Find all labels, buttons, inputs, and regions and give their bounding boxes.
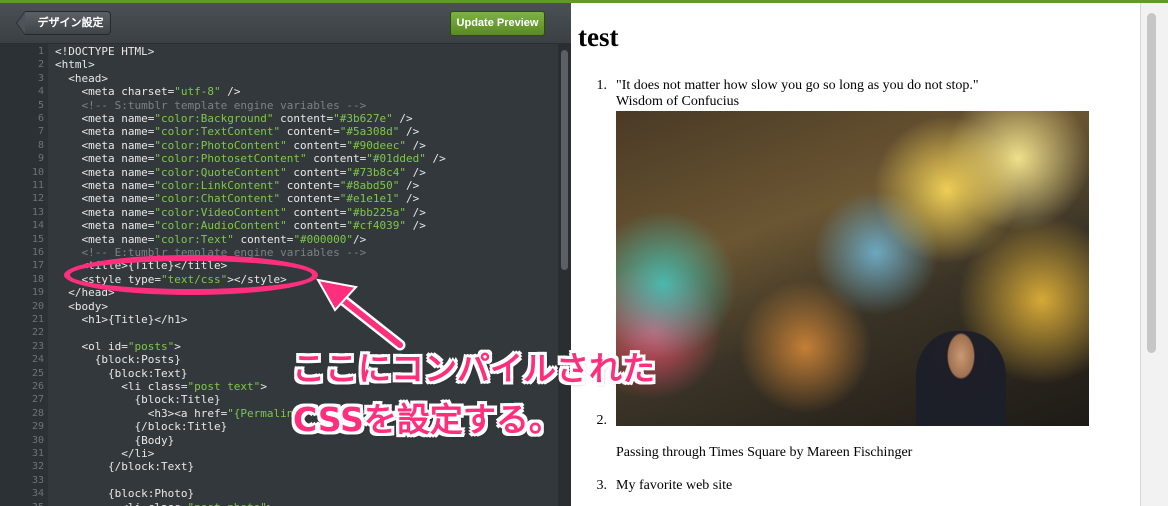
annotation-callout-line2: CSSを設定する。 [293, 400, 562, 439]
annotation-callout-line1: ここにコンパイルされた [292, 349, 655, 388]
annotation-arrow-icon [316, 278, 406, 351]
